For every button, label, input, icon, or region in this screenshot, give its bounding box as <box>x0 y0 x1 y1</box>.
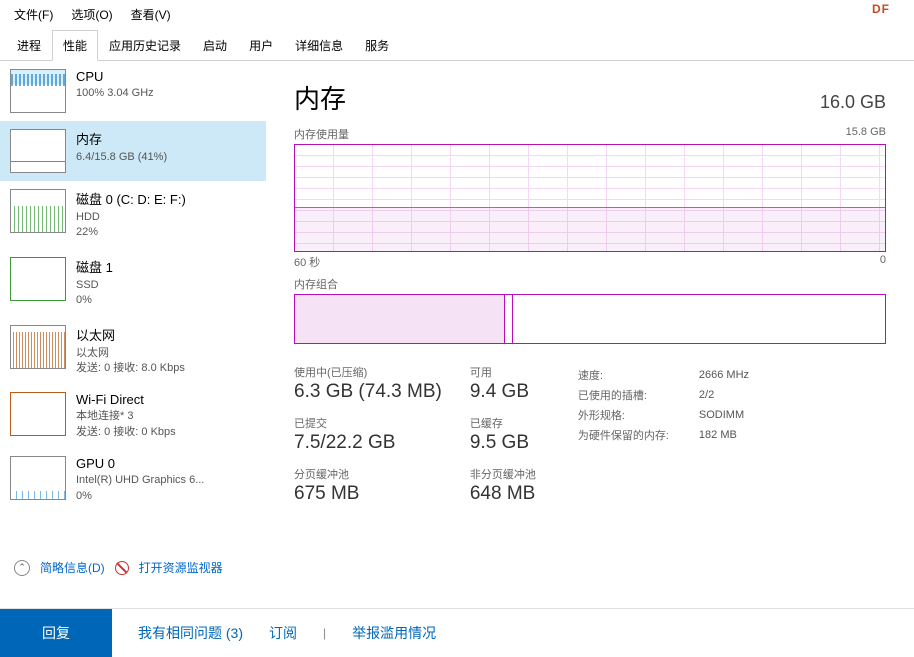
sidebar-item-line2: 发送: 0 接收: 8.0 Kbps <box>76 361 256 376</box>
sidebar-item-line1: SSD <box>76 278 256 293</box>
sidebar-thumb <box>10 69 66 113</box>
sidebar-item-0[interactable]: CPU 100% 3.04 GHz <box>0 61 266 121</box>
menu-options[interactable]: 选项(O) <box>71 6 112 23</box>
separator: | <box>323 626 326 640</box>
sidebar-item-2[interactable]: 磁盘 0 (C: D: E: F:) HDD22% <box>0 181 266 249</box>
sidebar-item-title: 磁盘 0 (C: D: E: F:) <box>76 189 256 208</box>
committed-value: 7.5/22.2 GB <box>294 432 442 454</box>
usage-max: 15.8 GB <box>846 126 886 142</box>
available-value: 9.4 GB <box>470 381 536 403</box>
nonpaged-value: 648 MB <box>470 483 536 505</box>
sidebar-thumb <box>10 456 66 500</box>
speed-label: 速度: <box>578 366 697 384</box>
sidebar-item-4[interactable]: 以太网以太网发送: 0 接收: 8.0 Kbps <box>0 317 266 385</box>
report-abuse-link[interactable]: 举报滥用情况 <box>352 623 436 643</box>
sidebar-item-title: GPU 0 <box>76 456 256 471</box>
sidebar-thumb <box>10 325 66 369</box>
tab-5[interactable]: 详细信息 <box>284 30 354 61</box>
reserved-label: 为硬件保留的内存: <box>578 426 697 444</box>
paged-value: 675 MB <box>294 483 442 505</box>
sidebar-item-line1: 本地连接* 3 <box>76 409 256 424</box>
prohibit-icon <box>115 561 129 575</box>
in-use-label: 使用中(已压缩) <box>294 364 442 380</box>
chevron-up-icon[interactable]: ⌃ <box>14 560 30 576</box>
usage-label: 内存使用量 <box>294 126 349 142</box>
menu-view[interactable]: 查看(V) <box>131 6 171 23</box>
reply-button[interactable]: 回复 <box>0 609 112 657</box>
sidebar-item-5[interactable]: Wi-Fi Direct 本地连接* 3发送: 0 接收: 0 Kbps <box>0 384 266 448</box>
sidebar-item-line1: HDD <box>76 210 256 225</box>
memory-usage-graph <box>294 144 886 252</box>
sidebar-item-title: 磁盘 1 <box>76 257 256 276</box>
sidebar-item-6[interactable]: GPU 0 Intel(R) UHD Graphics 6...0% <box>0 448 266 512</box>
tab-bar: 进程性能应用历史记录启动用户详细信息服务 <box>0 29 914 61</box>
slots-label: 已使用的插槽: <box>578 386 697 404</box>
sidebar-item-3[interactable]: 磁盘 1 SSD0% <box>0 249 266 317</box>
sidebar-item-title: 以太网 <box>76 325 256 344</box>
sidebar: CPU 100% 3.04 GHz 内存 6.4/15.8 GB (41%) 磁盘 0 … <box>0 61 266 551</box>
tab-1[interactable]: 性能 <box>52 30 98 61</box>
sidebar-thumb <box>10 257 66 301</box>
available-label: 可用 <box>470 364 536 380</box>
speed-value: 2666 MHz <box>699 366 749 384</box>
tab-6[interactable]: 服务 <box>354 30 400 61</box>
sidebar-item-line2: 发送: 0 接收: 0 Kbps <box>76 425 256 440</box>
sidebar-thumb <box>10 129 66 173</box>
cached-value: 9.5 GB <box>470 432 536 454</box>
tab-0[interactable]: 进程 <box>6 30 52 61</box>
sidebar-item-title: 内存 <box>76 129 256 148</box>
menu-bar: 文件(F) 选项(O) 查看(V) DF <box>0 0 914 29</box>
in-use-value: 6.3 GB (74.3 MB) <box>294 381 442 403</box>
forum-action-bar: 回复 我有相同问题 (3) 订阅 | 举报滥用情况 <box>0 608 914 657</box>
same-issue-link[interactable]: 我有相同问题 (3) <box>138 623 243 643</box>
sidebar-item-1[interactable]: 内存 6.4/15.8 GB (41%) <box>0 121 266 181</box>
axis-right: 0 <box>880 254 886 270</box>
detail-total: 16.0 GB <box>820 92 886 113</box>
detail-title: 内存 <box>294 79 346 116</box>
sidebar-item-title: CPU <box>76 69 256 84</box>
footer-bar: ⌃ 简略信息(D) 打开资源监视器 <box>0 551 914 584</box>
sidebar-item-line1: 6.4/15.8 GB (41%) <box>76 150 256 165</box>
resource-monitor-link[interactable]: 打开资源监视器 <box>139 559 223 576</box>
cached-label: 已缓存 <box>470 415 536 431</box>
sidebar-item-line1: 100% 3.04 GHz <box>76 86 256 101</box>
nonpaged-label: 非分页缓冲池 <box>470 466 536 482</box>
sidebar-item-line1: 以太网 <box>76 346 256 361</box>
stats-grid: 使用中(已压缩) 6.3 GB (74.3 MB) 可用 9.4 GB 已提交 … <box>294 364 536 505</box>
form-value: SODIMM <box>699 406 749 424</box>
paged-label: 分页缓冲池 <box>294 466 442 482</box>
brief-info-link[interactable]: 简略信息(D) <box>40 559 105 576</box>
composition-label: 内存组合 <box>294 276 338 292</box>
committed-label: 已提交 <box>294 415 442 431</box>
memory-composition-graph <box>294 294 886 344</box>
subscribe-link[interactable]: 订阅 <box>269 623 297 643</box>
sidebar-thumb <box>10 392 66 436</box>
axis-left: 60 秒 <box>294 254 320 270</box>
form-label: 外形规格: <box>578 406 697 424</box>
tab-3[interactable]: 启动 <box>192 30 238 61</box>
sidebar-item-title: Wi-Fi Direct <box>76 392 256 407</box>
detail-pane: 内存 16.0 GB 内存使用量 15.8 GB 60 秒 0 内存组合 使用中… <box>266 61 914 551</box>
slots-value: 2/2 <box>699 386 749 404</box>
sidebar-item-line2: 0% <box>76 293 256 308</box>
tab-4[interactable]: 用户 <box>238 30 284 61</box>
sidebar-item-line2: 0% <box>76 489 256 504</box>
tab-2[interactable]: 应用历史记录 <box>98 30 192 61</box>
sidebar-thumb <box>10 189 66 233</box>
reserved-value: 182 MB <box>699 426 749 444</box>
specs-table: 速度:2666 MHz 已使用的插槽:2/2 外形规格:SODIMM 为硬件保留… <box>576 364 751 505</box>
watermark: DF <box>872 2 890 16</box>
sidebar-item-line1: Intel(R) UHD Graphics 6... <box>76 473 256 488</box>
sidebar-item-line2: 22% <box>76 225 256 240</box>
menu-file[interactable]: 文件(F) <box>14 6 53 23</box>
